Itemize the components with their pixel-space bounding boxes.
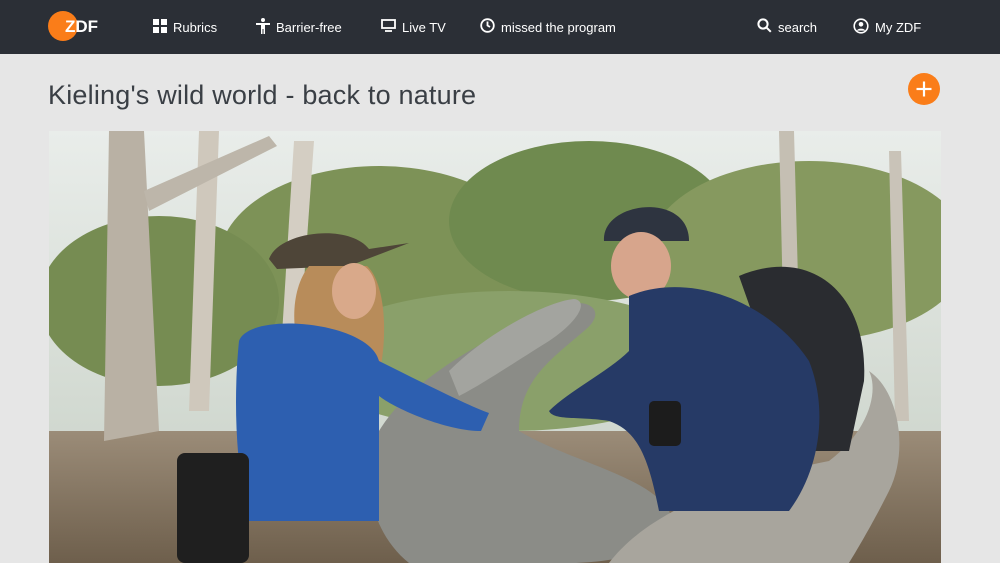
clock-icon bbox=[480, 18, 501, 36]
my-zdf-button[interactable]: My ZDF bbox=[853, 0, 921, 54]
nav-missed-program[interactable]: missed the program bbox=[480, 0, 616, 54]
search-icon bbox=[757, 18, 778, 36]
add-to-list-button[interactable] bbox=[908, 73, 940, 105]
hero-image[interactable] bbox=[49, 131, 941, 563]
top-navigation-bar: ZDF Rubrics Barrier-free Live TV missed … bbox=[0, 0, 1000, 54]
nav-live-tv-label: Live TV bbox=[402, 19, 446, 35]
my-zdf-label: My ZDF bbox=[875, 19, 922, 35]
nav-live-tv[interactable]: Live TV bbox=[381, 0, 446, 54]
search-button[interactable]: search bbox=[757, 0, 817, 54]
grid-icon bbox=[153, 18, 173, 36]
accessibility-icon bbox=[256, 17, 276, 37]
plus-icon bbox=[916, 81, 932, 97]
page-title: Kieling's wild world - back to nature bbox=[48, 80, 477, 110]
search-label: search bbox=[778, 19, 818, 35]
user-icon bbox=[853, 17, 875, 37]
nav-rubrics[interactable]: Rubrics bbox=[153, 0, 217, 54]
nav-missed-program-label: missed the program bbox=[501, 19, 616, 35]
tv-icon bbox=[381, 19, 402, 35]
nav-barrier-free[interactable]: Barrier-free bbox=[256, 0, 342, 54]
zdf-logo[interactable]: ZDF bbox=[48, 11, 102, 41]
nav-barrier-free-label: Barrier-free bbox=[276, 19, 342, 35]
logo-text: ZDF bbox=[65, 17, 98, 36]
nav-rubrics-label: Rubrics bbox=[173, 19, 218, 35]
